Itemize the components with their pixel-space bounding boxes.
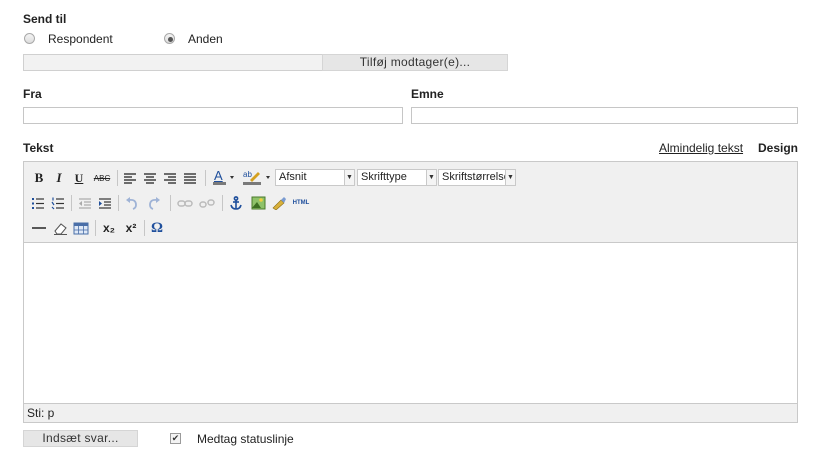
respondent-radio[interactable] bbox=[24, 33, 35, 44]
subscript-button[interactable]: x₂ bbox=[100, 219, 118, 237]
numbered-list-icon bbox=[51, 197, 64, 209]
underline-button[interactable]: U bbox=[71, 169, 87, 187]
bullet-list-icon bbox=[32, 197, 44, 209]
bullet-list-button[interactable] bbox=[30, 194, 46, 212]
include-status-label[interactable]: Medtag statuslinje bbox=[197, 432, 294, 446]
align-justify-button[interactable] bbox=[182, 169, 198, 187]
undo-icon bbox=[126, 196, 137, 210]
table-button[interactable] bbox=[72, 219, 90, 237]
rich-text-editor: B I U ABC A ab Afsnit ▼ Skrifttype ▼ Skr… bbox=[23, 161, 798, 423]
outdent-icon bbox=[79, 197, 91, 209]
horizontal-rule-button[interactable] bbox=[30, 219, 48, 237]
table-icon bbox=[73, 222, 89, 234]
strikethrough-button[interactable]: ABC bbox=[91, 169, 113, 187]
indent-button[interactable] bbox=[97, 194, 113, 212]
insert-answer-button[interactable]: Indsæt svar... bbox=[23, 430, 138, 447]
from-field[interactable] bbox=[23, 107, 403, 124]
format-select[interactable]: Afsnit ▼ bbox=[275, 169, 355, 186]
cleanup-button[interactable] bbox=[270, 194, 288, 212]
other-radio[interactable] bbox=[164, 33, 175, 44]
redo-button[interactable] bbox=[146, 194, 162, 212]
font-select-value: Skrifttype bbox=[361, 171, 407, 183]
toolbar-separator bbox=[71, 195, 72, 211]
align-center-icon bbox=[144, 173, 156, 184]
toolbar-separator bbox=[205, 170, 206, 186]
numbered-list-button[interactable] bbox=[50, 194, 66, 212]
unlink-icon bbox=[199, 198, 215, 208]
svg-text:ab: ab bbox=[243, 170, 252, 179]
html-source-button[interactable]: HTML bbox=[290, 194, 312, 212]
respondent-radio-label[interactable]: Respondent bbox=[48, 32, 113, 46]
add-recipient-button[interactable]: Tilføj modtager(e)... bbox=[322, 54, 508, 71]
align-left-button[interactable] bbox=[122, 169, 138, 187]
chevron-down-icon: ▼ bbox=[505, 170, 515, 185]
other-radio-label[interactable]: Anden bbox=[188, 32, 223, 46]
italic-button[interactable]: I bbox=[51, 169, 67, 187]
anchor-button[interactable] bbox=[228, 194, 244, 212]
align-left-icon bbox=[124, 173, 136, 184]
text-color-button[interactable]: A bbox=[211, 168, 237, 186]
send-to-label: Send til bbox=[23, 12, 67, 26]
cleanup-icon bbox=[272, 197, 286, 210]
link-icon bbox=[177, 199, 193, 207]
editor-toolbar: B I U ABC A ab Afsnit ▼ Skrifttype ▼ Skr… bbox=[24, 162, 797, 243]
toolbar-separator bbox=[170, 195, 171, 211]
toolbar-separator bbox=[118, 195, 119, 211]
plain-text-link[interactable]: Almindelig tekst bbox=[659, 141, 743, 155]
highlight-color-icon: ab bbox=[243, 170, 270, 185]
svg-text:A: A bbox=[214, 168, 223, 183]
font-size-select[interactable]: Skriftstørrelse ▼ bbox=[438, 169, 516, 186]
eraser-icon bbox=[53, 222, 67, 235]
indent-icon bbox=[99, 197, 111, 209]
horizontal-rule-icon bbox=[32, 227, 46, 229]
subject-label: Emne bbox=[411, 87, 444, 101]
font-select[interactable]: Skrifttype ▼ bbox=[357, 169, 437, 186]
chevron-down-icon: ▼ bbox=[344, 170, 354, 185]
text-color-icon: A bbox=[213, 168, 234, 185]
editor-path-bar: Sti: p bbox=[24, 403, 797, 422]
special-char-button[interactable]: Ω bbox=[148, 219, 166, 237]
outdent-button[interactable] bbox=[77, 194, 93, 212]
bold-button[interactable]: B bbox=[31, 169, 47, 187]
font-size-select-value: Skriftstørrelse bbox=[442, 171, 510, 183]
text-label: Tekst bbox=[23, 141, 54, 155]
link-button[interactable] bbox=[176, 194, 194, 212]
image-button[interactable] bbox=[250, 194, 266, 212]
toolbar-separator bbox=[222, 195, 223, 211]
toolbar-separator bbox=[95, 220, 96, 236]
toolbar-separator bbox=[117, 170, 118, 186]
redo-icon bbox=[149, 196, 160, 210]
undo-button[interactable] bbox=[124, 194, 140, 212]
from-label: Fra bbox=[23, 87, 42, 101]
editor-content-area[interactable] bbox=[24, 243, 797, 403]
recipient-field[interactable] bbox=[23, 54, 323, 71]
image-icon bbox=[251, 196, 265, 210]
chevron-down-icon: ▼ bbox=[426, 170, 436, 185]
include-status-checkbox[interactable]: ✔ bbox=[170, 433, 181, 444]
superscript-button[interactable]: x² bbox=[122, 219, 140, 237]
subject-field[interactable] bbox=[411, 107, 798, 124]
align-center-button[interactable] bbox=[142, 169, 158, 187]
anchor-icon bbox=[230, 196, 242, 210]
align-right-icon bbox=[164, 173, 176, 184]
highlight-color-button[interactable]: ab bbox=[241, 168, 273, 186]
align-right-button[interactable] bbox=[162, 169, 178, 187]
toolbar-separator bbox=[144, 220, 145, 236]
design-tab[interactable]: Design bbox=[758, 141, 798, 155]
align-justify-icon bbox=[184, 173, 196, 184]
remove-format-button[interactable] bbox=[52, 219, 68, 237]
format-select-value: Afsnit bbox=[279, 171, 307, 183]
unlink-button[interactable] bbox=[198, 194, 216, 212]
